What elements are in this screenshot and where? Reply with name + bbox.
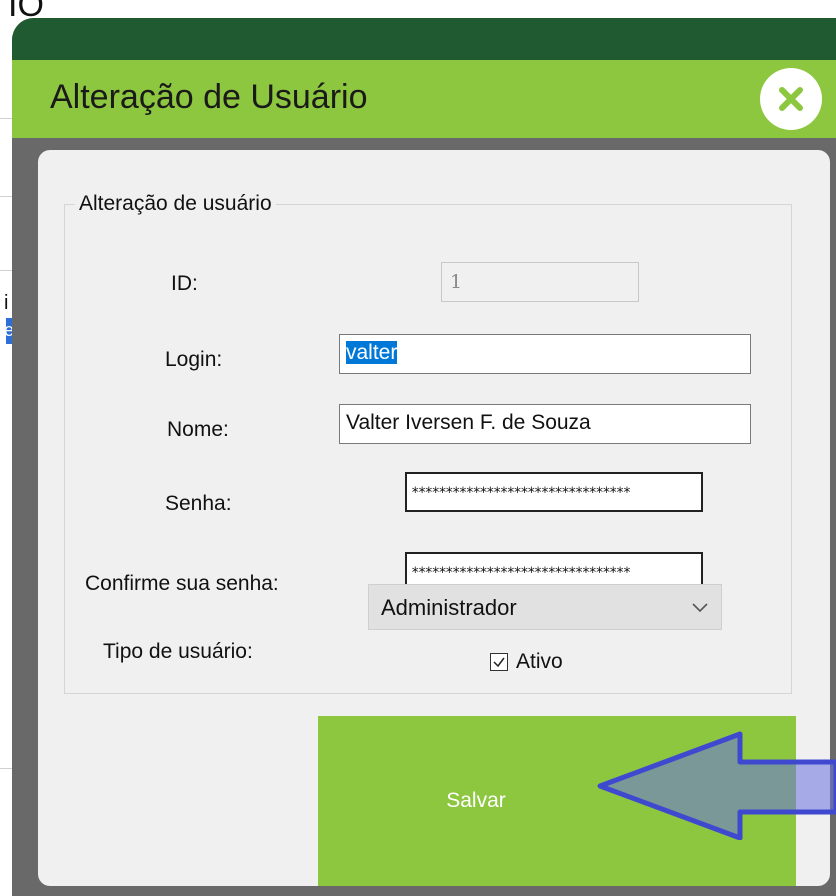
close-button[interactable] [760, 68, 822, 130]
user-type-label: Tipo de usuário: [103, 640, 253, 663]
dialog-titlebar: Alteração de Usuário [12, 60, 836, 138]
background-divider [0, 768, 12, 769]
dialog-top-strip [12, 18, 836, 60]
group-title: Alteração de usuário [79, 192, 272, 215]
login-field[interactable]: valter [339, 334, 751, 374]
save-button-label: Salvar [446, 789, 506, 812]
checkmark-icon [493, 657, 505, 668]
background-divider [0, 196, 12, 197]
id-field: 1 [441, 262, 639, 302]
ativo-checkbox[interactable]: Ativo [490, 650, 563, 674]
nome-field[interactable]: Valter Iversen F. de Souza [339, 404, 751, 444]
login-value: valter [346, 341, 398, 364]
background-divider [0, 270, 12, 271]
close-icon [779, 87, 803, 111]
confirm-password-label: Confirme sua senha: [85, 572, 279, 595]
senha-field[interactable]: ******************************** [405, 472, 703, 512]
id-label: ID: [171, 272, 198, 295]
chevron-down-icon [692, 603, 708, 613]
senha-label: Senha: [165, 492, 232, 515]
left-arrow-icon [597, 731, 836, 840]
ativo-label: Ativo [516, 650, 563, 673]
background-text: i [4, 292, 9, 314]
checkbox-box [490, 653, 508, 671]
nome-label: Nome: [167, 418, 229, 441]
login-label: Login: [165, 348, 223, 371]
user-type-select[interactable]: Administrador [368, 584, 722, 630]
background-divider [0, 118, 12, 119]
dialog-title: Alteração de Usuário [50, 78, 368, 116]
user-type-value: Administrador [381, 595, 517, 620]
